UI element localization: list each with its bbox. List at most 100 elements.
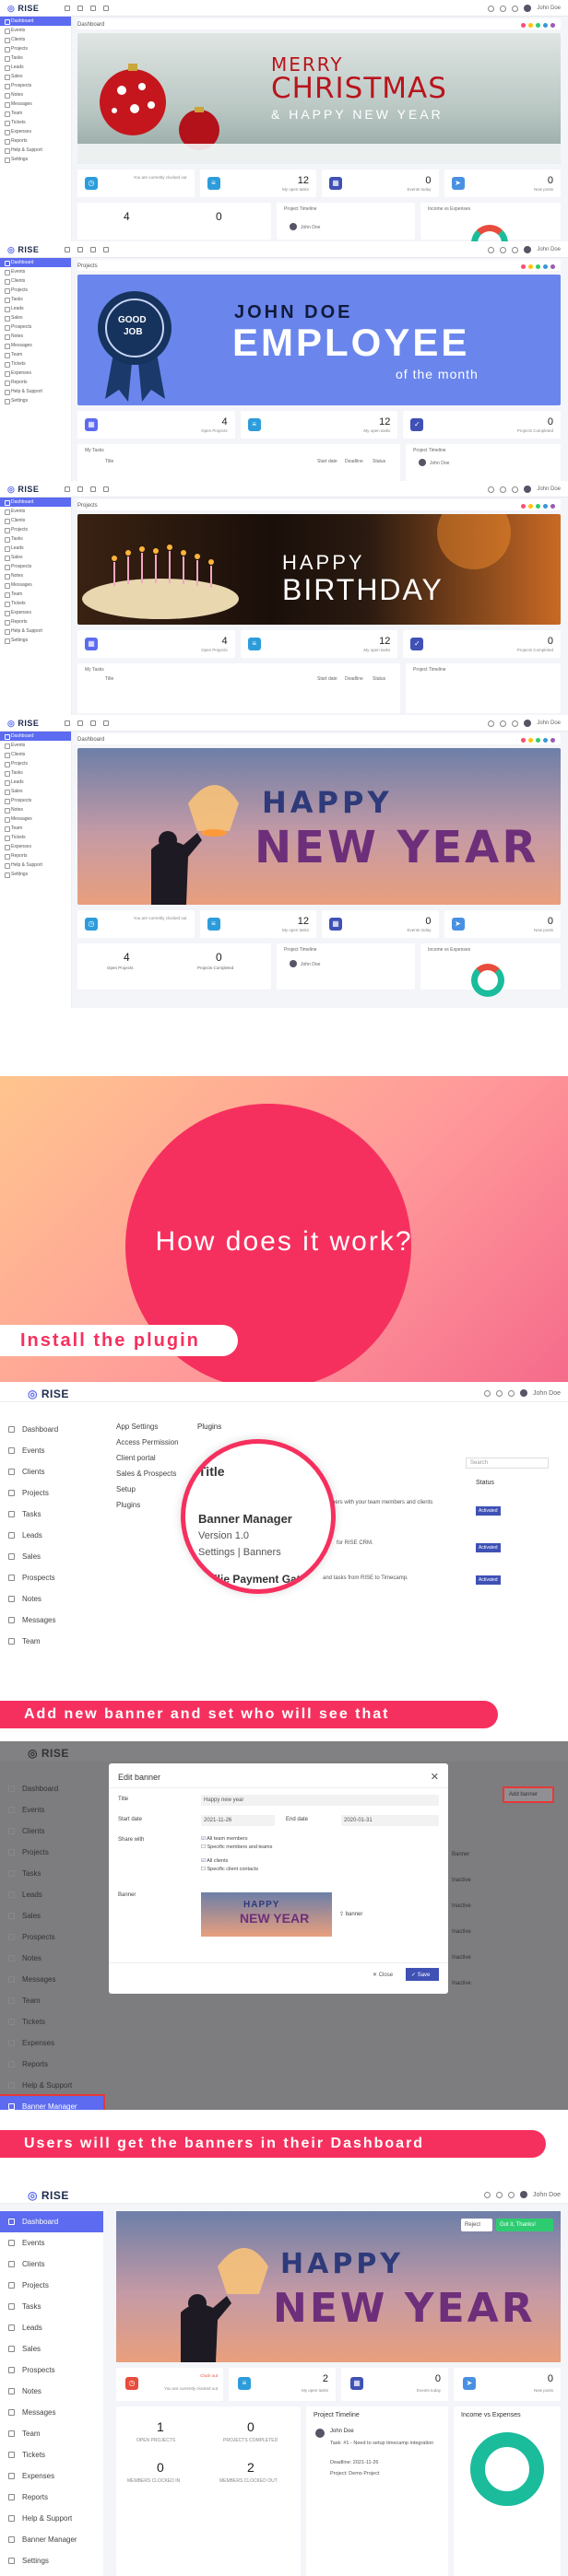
sidebar-item[interactable]: Tasks [0,295,71,304]
open-tasks-card[interactable]: ≡ 12 My open tasks [240,411,398,439]
sidebar-item[interactable]: Settings [0,636,71,645]
events-card[interactable]: ▦ 0 Events today [322,910,439,938]
sidebar-item[interactable]: Tickets [0,359,71,369]
bell-icon[interactable] [500,5,507,12]
sidebar-item[interactable]: Settings [0,2550,103,2571]
sidebar-item[interactable]: Events [0,2232,103,2254]
menu-icon[interactable] [65,6,70,11]
logo[interactable]: ◎ RISE [7,485,39,495]
events-card[interactable]: ▦ 0 Events today [322,170,439,197]
sidebar-item[interactable]: Clients [0,1821,103,1842]
sidebar-item[interactable]: Dashboard [0,498,71,507]
sidebar-item[interactable]: Sales [0,2338,103,2359]
clock-card[interactable]: ◷ You are currently clocked out [77,910,195,938]
sidebar-item[interactable]: Messages [0,814,71,824]
sidebar-item[interactable]: Leads [0,544,71,553]
sidebar-item[interactable]: Leads [0,63,71,72]
sidebar-item[interactable]: Tickets [0,2011,103,2032]
sidebar-item[interactable]: Help & Support [0,146,71,155]
completed-card[interactable]: ✓ 0 Projects Completed [403,411,562,439]
completed-card[interactable]: ✓ 0 Projects Completed [403,630,562,658]
sidebar-item[interactable]: Sales [0,1905,103,1926]
logo[interactable]: ◎ RISE [7,245,39,255]
sidebar-item[interactable]: Projects [0,286,71,295]
sidebar-item[interactable]: Reports [0,136,71,146]
sidebar-item[interactable]: Expenses [0,2465,103,2487]
sidebar-item[interactable]: Tasks [0,1504,103,1525]
sidebar-item[interactable]: Expenses [0,127,71,136]
monitor-icon[interactable] [103,6,109,11]
open-tasks-card[interactable]: ≡ 12 My open tasks [199,910,316,938]
sidebar-item[interactable]: Reports [0,2054,103,2075]
sidebar-item[interactable]: Settings [0,396,71,405]
sidebar-item[interactable]: Settings [0,155,71,164]
thanks-button[interactable]: Got it, Thanks! [496,2219,553,2231]
sidebar-item[interactable]: Leads [0,304,71,313]
avatar[interactable] [524,246,532,253]
sidebar-item[interactable]: Tasks [0,2296,103,2317]
sidebar-item[interactable]: Dashboard [0,258,71,267]
sidebar-item[interactable]: Prospects [0,2359,103,2381]
sidebar-item[interactable]: Tickets [0,118,71,127]
sidebar-item[interactable]: Dashboard [0,17,71,26]
settings-menu-item[interactable]: Access Permission [116,1434,190,1450]
sidebar-item[interactable]: Clients [0,35,71,44]
settings-menu-item[interactable]: App Settings [116,1419,190,1434]
sidebar-item[interactable]: Clients [0,516,71,525]
sidebar-item[interactable]: Dashboard [0,732,71,741]
sidebar-item[interactable]: Tasks [0,768,71,778]
sidebar-item[interactable]: Prospects [0,322,71,332]
sidebar-item[interactable]: Expenses [0,2032,103,2054]
sidebar-item[interactable]: Tasks [0,53,71,63]
user-name[interactable]: John Doe [537,6,561,11]
events-card[interactable]: ▦ 0 Events today [341,2368,448,2401]
sidebar-item[interactable]: Notes [0,90,71,100]
banners-link[interactable]: Banners [243,1547,281,1558]
settings-menu-item[interactable]: Sales & Prospects [116,1466,190,1481]
sidebar-item[interactable]: Messages [0,100,71,109]
sidebar-item[interactable]: Projects [0,1482,103,1504]
sidebar-item[interactable]: Banner Manager [0,2094,105,2110]
avatar[interactable] [524,720,532,727]
sidebar-item[interactable]: Team [0,2423,103,2444]
sidebar-item[interactable]: Sales [0,553,71,562]
sidebar-item[interactable]: Sales [0,787,71,796]
sidebar-item[interactable]: Reports [0,617,71,626]
sidebar-item[interactable]: Notes [0,1588,103,1610]
globe-icon[interactable] [488,5,495,12]
sidebar-item[interactable]: Notes [0,571,71,580]
sidebar-item[interactable]: Prospects [0,562,71,571]
sidebar-item[interactable]: Projects [0,1842,103,1863]
sidebar-item[interactable]: Messages [0,341,71,350]
clock-icon[interactable] [77,6,83,11]
sidebar-item[interactable]: Tickets [0,599,71,608]
sidebar-item[interactable]: Team [0,350,71,359]
title-input[interactable]: Happy new year [201,1795,439,1806]
sidebar-item[interactable]: Leads [0,1525,103,1546]
sidebar-item[interactable]: Projects [0,2275,103,2296]
sidebar-item[interactable]: Team [0,1990,103,2011]
sidebar-item[interactable]: Notes [0,1948,103,1969]
settings-menu-item[interactable]: Client portal [116,1450,190,1466]
sidebar-item[interactable]: Team [0,1631,103,1652]
sidebar-item[interactable]: Tickets [0,2444,103,2465]
sidebar-item[interactable]: Help & Support [0,2508,103,2529]
sidebar-item[interactable]: Tasks [0,534,71,544]
sidebar-item[interactable]: Events [0,1440,103,1461]
posts-card[interactable]: ➤ 0 New posts [444,910,561,938]
open-projects-card[interactable]: ▦ 4 Open Projects [77,630,235,658]
opt-all-team[interactable]: ☑ All team members [201,1835,272,1844]
posts-card[interactable]: ➤ 0 New posts [444,170,561,197]
opt-specific-members[interactable]: ☐ Specific members and teams [201,1844,272,1852]
sidebar-item[interactable]: Events [0,507,71,516]
sidebar-item[interactable]: Dashboard [0,1778,103,1799]
sidebar-item[interactable]: Sales [0,313,71,322]
sidebar-item[interactable]: Clients [0,276,71,286]
sidebar-item[interactable]: Clients [0,2254,103,2275]
sidebar-item[interactable]: Tickets [0,833,71,842]
sidebar-item[interactable]: Notes [0,805,71,814]
sidebar-item[interactable]: Help & Support [0,387,71,396]
sidebar-item[interactable]: Tasks [0,1863,103,1884]
sidebar-item[interactable]: Clients [0,750,71,759]
sidebar-item[interactable]: Messages [0,580,71,590]
